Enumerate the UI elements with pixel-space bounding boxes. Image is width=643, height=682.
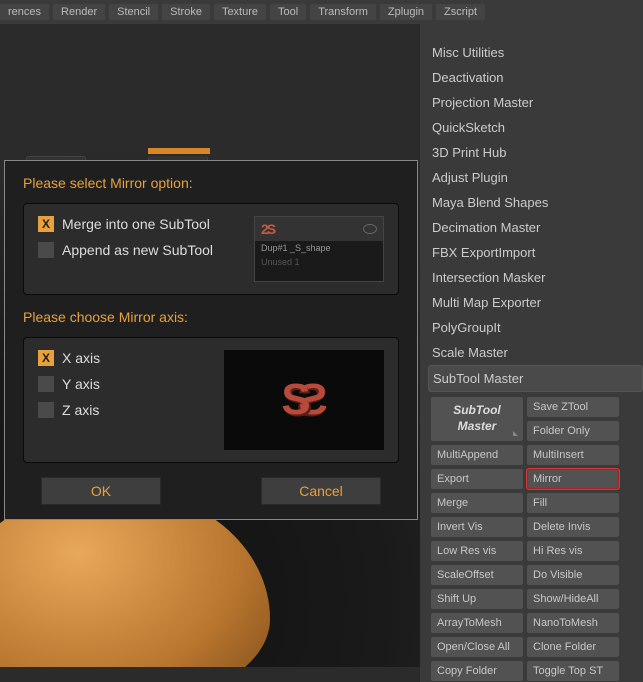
- zplugin-item-quicksketch[interactable]: QuickSketch: [428, 115, 643, 140]
- option-append-label: Append as new SubTool: [62, 242, 213, 258]
- zplugin-item-polygroupit[interactable]: PolyGroupIt: [428, 315, 643, 340]
- multiappend-button[interactable]: MultiAppend: [430, 444, 524, 466]
- dialog-title-2: Please choose Mirror axis:: [23, 309, 399, 325]
- checkbox-icon: X: [38, 216, 54, 232]
- axis-z[interactable]: Z axis: [38, 402, 212, 418]
- subtool-master-button[interactable]: SubToolMaster: [430, 396, 524, 442]
- zplugin-item-multi-map-exporter[interactable]: Multi Map Exporter: [428, 290, 643, 315]
- menu-zplugin[interactable]: Zplugin: [380, 4, 432, 20]
- mirror-button[interactable]: Mirror: [526, 468, 620, 490]
- zplugin-item-scale-master[interactable]: Scale Master: [428, 340, 643, 365]
- zplugin-item-3d-print-hub[interactable]: 3D Print Hub: [428, 140, 643, 165]
- zplugin-item-projection-master[interactable]: Projection Master: [428, 90, 643, 115]
- zplugin-item-adjust-plugin[interactable]: Adjust Plugin: [428, 165, 643, 190]
- zplugin-item-misc-utilities[interactable]: Misc Utilities: [428, 40, 643, 65]
- menu-rences[interactable]: rences: [0, 4, 49, 20]
- option-merge[interactable]: X Merge into one SubTool: [38, 216, 242, 232]
- menu-texture[interactable]: Texture: [214, 4, 266, 20]
- axis-x[interactable]: X X axis: [38, 350, 212, 366]
- mirror-option-box: X Merge into one SubTool Append as new S…: [23, 203, 399, 295]
- multiinsert-button[interactable]: MultiInsert: [526, 444, 620, 466]
- option-merge-label: Merge into one SubTool: [62, 216, 210, 232]
- do-visible-button[interactable]: Do Visible: [526, 564, 620, 586]
- zplugin-item-intersection-masker[interactable]: Intersection Masker: [428, 265, 643, 290]
- top-menu-bar: rencesRenderStencilStrokeTextureToolTran…: [0, 0, 643, 25]
- mirror-dialog: Please select Mirror option: X Merge int…: [4, 160, 418, 520]
- export-button[interactable]: Export: [430, 468, 524, 490]
- zplugin-item-deactivation[interactable]: Deactivation: [428, 65, 643, 90]
- menu-zscript[interactable]: Zscript: [436, 4, 485, 20]
- subtool-master-grid: SubToolMasterSave ZToolFolder OnlyMultiA…: [430, 396, 643, 682]
- toggle-top-st-button[interactable]: Toggle Top ST: [526, 660, 620, 682]
- menu-render[interactable]: Render: [53, 4, 105, 20]
- scaleoffset-button[interactable]: ScaleOffset: [430, 564, 524, 586]
- active-tab-indicator: [148, 148, 210, 154]
- option-append[interactable]: Append as new SubTool: [38, 242, 242, 258]
- checkbox-icon: [38, 402, 54, 418]
- menu-tool[interactable]: Tool: [270, 4, 306, 20]
- delete-invis-button[interactable]: Delete Invis: [526, 516, 620, 538]
- dialog-title-1: Please select Mirror option:: [23, 175, 399, 191]
- preview-sub: Unused 1: [255, 255, 383, 269]
- ok-button[interactable]: OK: [41, 477, 161, 505]
- show-hideall-button[interactable]: Show/HideAll: [526, 588, 620, 610]
- axis-z-label: Z axis: [62, 402, 99, 418]
- copy-folder-button[interactable]: Copy Folder: [430, 660, 524, 682]
- zplugin-menu-list: Misc UtilitiesDeactivationProjection Mas…: [428, 40, 643, 392]
- hi-res-vis-button[interactable]: Hi Res vis: [526, 540, 620, 562]
- eye-icon[interactable]: [363, 224, 377, 234]
- subtool-preview: 2S Dup#1 _S_shape Unused 1: [254, 216, 384, 282]
- zplugin-item-fbx-exportimport[interactable]: FBX ExportImport: [428, 240, 643, 265]
- axis-y-label: Y axis: [62, 376, 100, 392]
- menu-stencil[interactable]: Stencil: [109, 4, 158, 20]
- clone-folder-button[interactable]: Clone Folder: [526, 636, 620, 658]
- checkbox-icon: X: [38, 350, 54, 366]
- axis-y[interactable]: Y axis: [38, 376, 212, 392]
- folder-only-button[interactable]: Folder Only: [526, 420, 620, 442]
- mirror-glyph-icon: SS: [281, 375, 328, 425]
- zplugin-panel: Misc UtilitiesDeactivationProjection Mas…: [420, 24, 643, 682]
- fill-button[interactable]: Fill: [526, 492, 620, 514]
- preview-thumb-icon: 2S: [261, 221, 274, 237]
- arraytomesh-button[interactable]: ArrayToMesh: [430, 612, 524, 634]
- zplugin-item-maya-blend-shapes[interactable]: Maya Blend Shapes: [428, 190, 643, 215]
- menu-transform[interactable]: Transform: [310, 4, 376, 20]
- mirror-axis-box: X X axis Y axis Z axis SS: [23, 337, 399, 463]
- menu-stroke[interactable]: Stroke: [162, 4, 210, 20]
- invert-vis-button[interactable]: Invert Vis: [430, 516, 524, 538]
- checkbox-icon: [38, 242, 54, 258]
- open-close-all-button[interactable]: Open/Close All: [430, 636, 524, 658]
- zplugin-item-decimation-master[interactable]: Decimation Master: [428, 215, 643, 240]
- merge-button[interactable]: Merge: [430, 492, 524, 514]
- nanotomesh-button[interactable]: NanoToMesh: [526, 612, 620, 634]
- zplugin-item-subtool-master[interactable]: SubTool Master: [428, 365, 643, 392]
- low-res-vis-button[interactable]: Low Res vis: [430, 540, 524, 562]
- checkbox-icon: [38, 376, 54, 392]
- shift-up-button[interactable]: Shift Up: [430, 588, 524, 610]
- cancel-button[interactable]: Cancel: [261, 477, 381, 505]
- axis-preview: SS: [224, 350, 384, 450]
- axis-x-label: X axis: [62, 350, 100, 366]
- save-ztool-button[interactable]: Save ZTool: [526, 396, 620, 418]
- preview-name: Dup#1 _S_shape: [255, 241, 383, 255]
